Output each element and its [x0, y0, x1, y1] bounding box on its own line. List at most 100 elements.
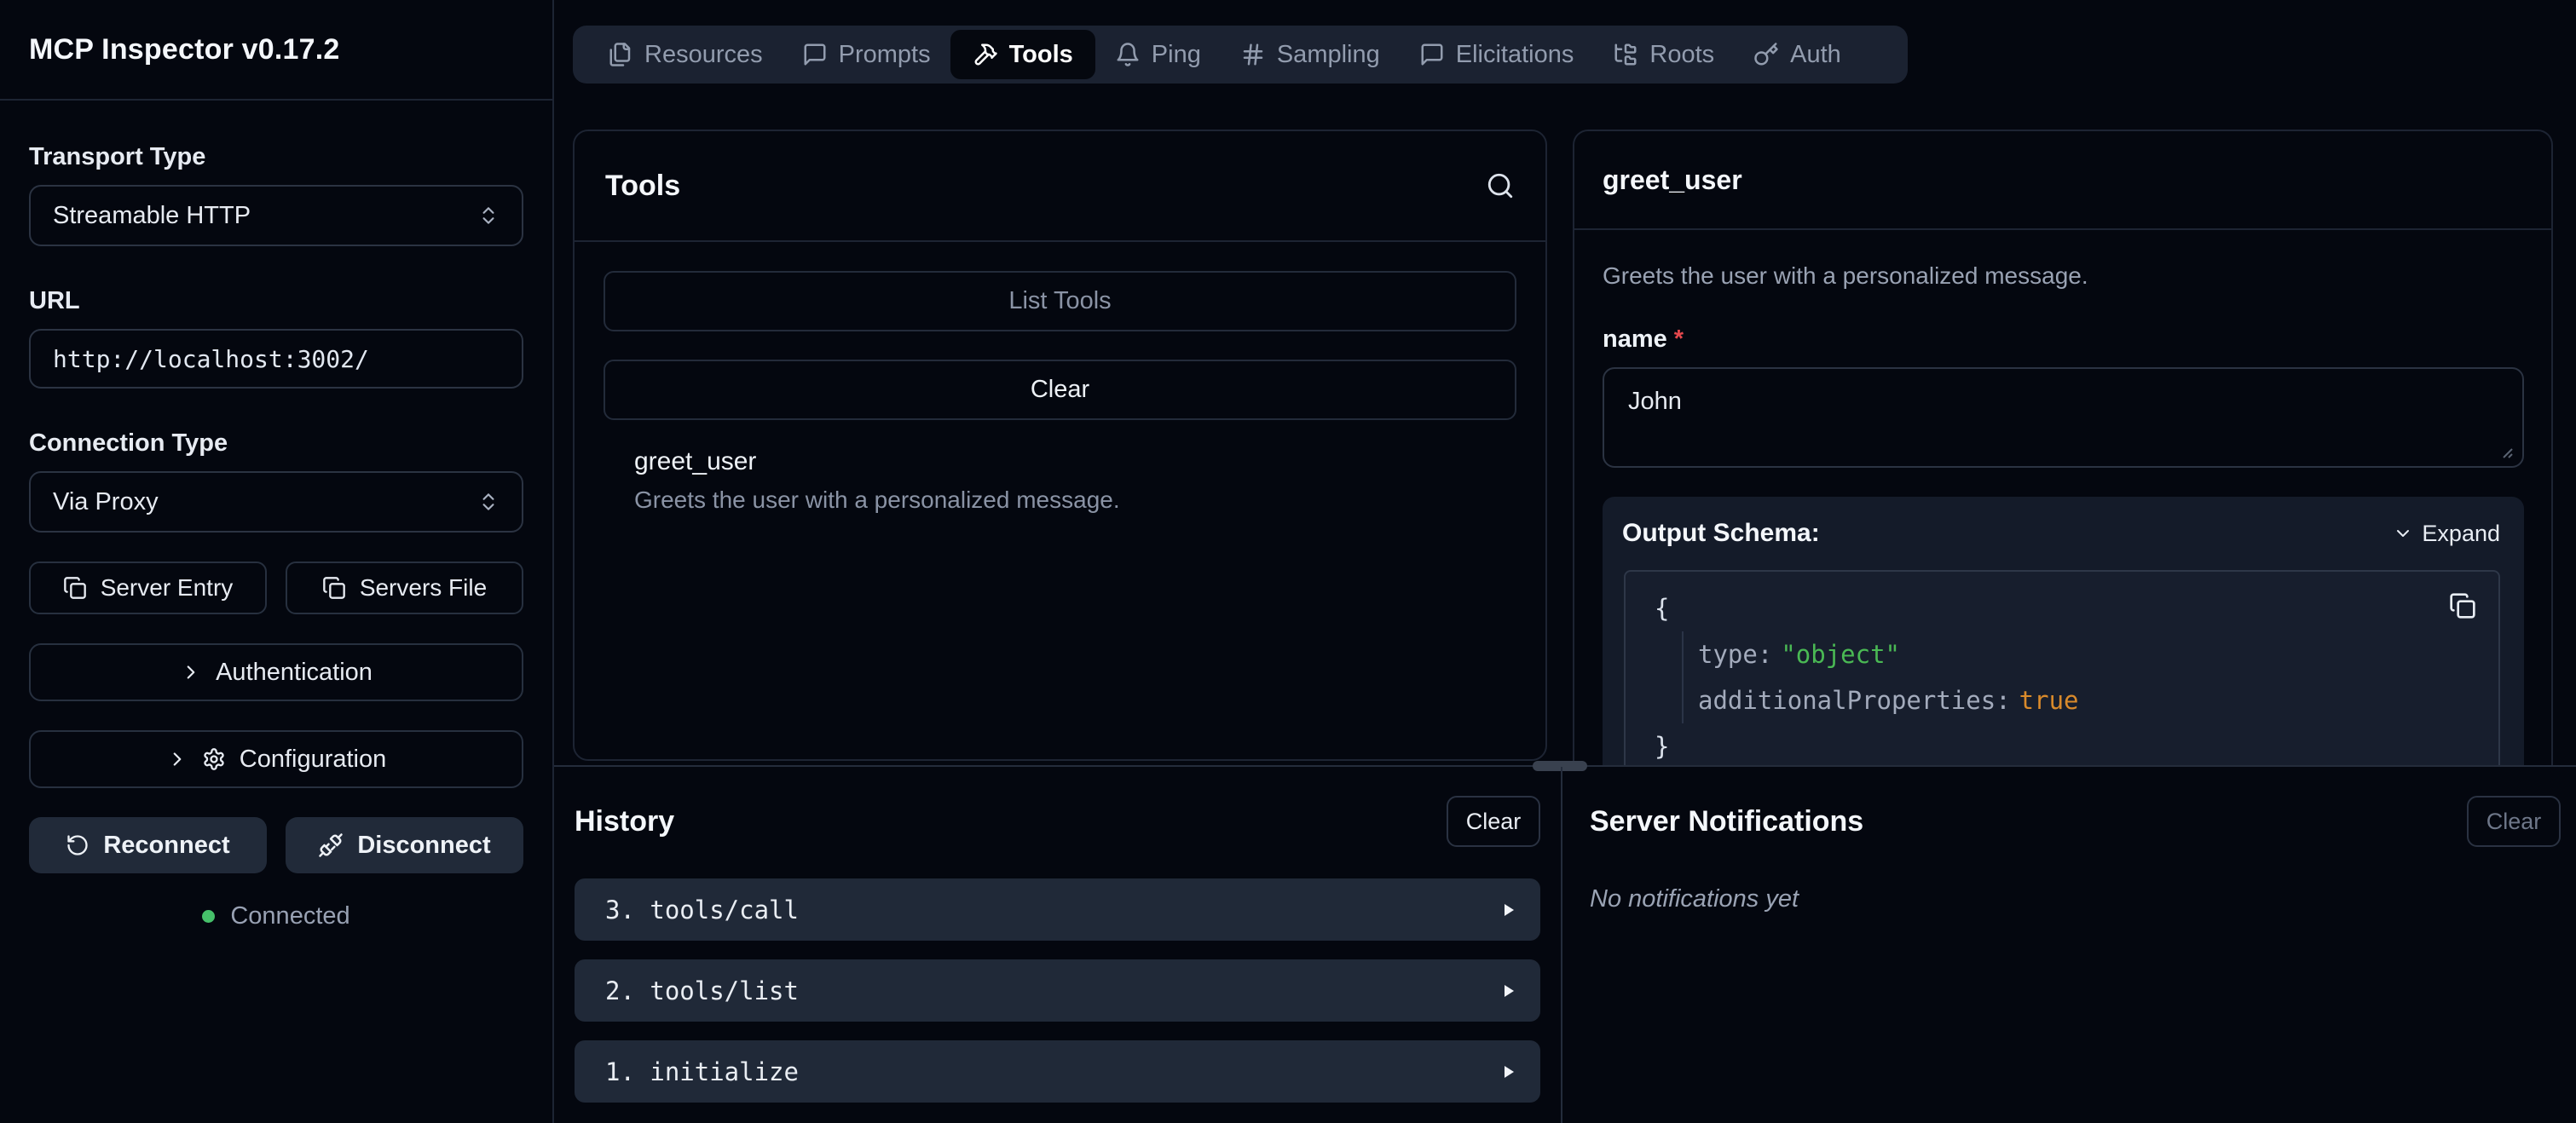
code-indent-block: type:"object" additionalProperties:true [1682, 631, 2498, 723]
history-header: History Clear [575, 795, 1540, 848]
connection-type-label: Connection Type [29, 429, 523, 458]
code-line: additionalProperties:true [1698, 677, 2498, 723]
connection-status: Connected [29, 902, 523, 930]
url-group: URL [29, 287, 523, 389]
tab-auth[interactable]: Auth [1734, 26, 1861, 84]
sidebar-body: Transport Type Streamable HTTP URL Conne… [0, 101, 552, 930]
bell-icon [1115, 42, 1141, 67]
copy-icon [322, 576, 346, 600]
history-item-label: 2. tools/list [605, 976, 1498, 1005]
sidebar-header: MCP Inspector v0.17.2 [0, 0, 552, 101]
tab-label: Roots [1649, 41, 1714, 69]
tab-tools[interactable]: Tools [950, 30, 1095, 79]
name-textarea[interactable]: John [1603, 367, 2524, 468]
output-schema-label: Output Schema: [1622, 519, 1820, 548]
tab-label: Auth [1790, 41, 1841, 69]
authentication-label: Authentication [216, 659, 373, 687]
hammer-icon [973, 42, 998, 67]
server-notifications-header: Server Notifications Clear [1590, 795, 2561, 848]
connection-type-select[interactable]: Via Proxy [29, 471, 523, 533]
tab-label: Ping [1152, 41, 1201, 69]
tab-ping[interactable]: Ping [1095, 26, 1221, 84]
history-title: History [575, 805, 674, 838]
history-item-tools-list[interactable]: 2. tools/list [575, 959, 1540, 1022]
reconnect-label: Reconnect [103, 832, 229, 860]
history-item-label: 3. tools/call [605, 896, 1498, 924]
tools-panel: Tools List Tools Clear greet_user Greets… [573, 130, 1547, 761]
server-notifications-title: Server Notifications [1590, 805, 1863, 838]
tools-panel-body: List Tools Clear greet_user Greets the u… [575, 242, 1545, 514]
tool-detail-panel: greet_user Greets the user with a person… [1573, 130, 2553, 766]
tool-detail-body: Greets the user with a personalized mess… [1574, 230, 2551, 766]
rotate-ccw-icon [66, 833, 90, 857]
code-line: { [1655, 585, 2498, 631]
tab-sampling[interactable]: Sampling [1221, 26, 1400, 84]
list-tools-button[interactable]: List Tools [604, 271, 1516, 331]
tab-label: Tools [1009, 41, 1073, 69]
schema-code-block: { type:"object" additionalProperties:tru… [1624, 570, 2500, 766]
code-line: type:"object" [1698, 631, 2498, 677]
message-square-icon [1419, 42, 1445, 67]
server-entry-button[interactable]: Server Entry [29, 562, 267, 614]
transport-type-select[interactable]: Streamable HTTP [29, 185, 523, 246]
history-item-initialize[interactable]: 1. initialize [575, 1040, 1540, 1103]
history-panel: History Clear 3. tools/call 2. tools/lis… [554, 767, 1562, 1123]
server-notifications-panel: Server Notifications Clear No notificati… [1564, 767, 2576, 1123]
clear-notifications-button[interactable]: Clear [2467, 796, 2561, 847]
disconnect-label: Disconnect [357, 832, 490, 860]
name-field-label: name [1603, 325, 1667, 353]
resize-grip-icon[interactable] [2498, 444, 2514, 459]
main-tabbar: Resources Prompts Tools Ping Sampling El… [573, 26, 1908, 84]
server-buttons-row: Server Entry Servers File [29, 562, 523, 614]
history-list: 3. tools/call 2. tools/list 1. initializ… [575, 878, 1540, 1103]
expand-schema-button[interactable]: Expand [2393, 521, 2500, 547]
configuration-toggle[interactable]: Configuration [29, 730, 523, 788]
servers-file-label: Servers File [360, 574, 487, 602]
name-field-value: John [1628, 388, 1682, 415]
connected-dot-icon [202, 910, 215, 923]
required-marker: * [1674, 325, 1684, 353]
search-icon[interactable] [1486, 171, 1515, 200]
play-icon [1498, 981, 1518, 1001]
tool-list-item-greet-user[interactable]: greet_user Greets the user with a person… [604, 447, 1516, 514]
disconnect-button[interactable]: Disconnect [286, 817, 523, 873]
chevron-right-icon [180, 661, 202, 683]
tab-elicitations[interactable]: Elicitations [1400, 26, 1594, 84]
server-entry-label: Server Entry [101, 574, 234, 602]
copy-icon [63, 576, 87, 600]
tool-description: Greets the user with a personalized mess… [634, 487, 1516, 514]
url-input[interactable] [29, 329, 523, 389]
tab-label: Sampling [1277, 41, 1380, 69]
transport-type-group: Transport Type Streamable HTTP [29, 143, 523, 246]
tools-panel-header: Tools [575, 131, 1545, 242]
servers-file-button[interactable]: Servers File [286, 562, 523, 614]
folder-tree-icon [1613, 42, 1638, 67]
play-icon [1498, 900, 1518, 920]
connection-buttons-row: Reconnect Disconnect [29, 817, 523, 873]
notifications-empty-message: No notifications yet [1590, 885, 2561, 913]
mcp-inspector-app: MCP Inspector v0.17.2 Transport Type Str… [0, 0, 2576, 1123]
gear-icon [202, 747, 226, 771]
clear-tools-button[interactable]: Clear [604, 360, 1516, 420]
tab-label: Elicitations [1456, 41, 1574, 69]
history-item-tools-call[interactable]: 3. tools/call [575, 878, 1540, 941]
transport-type-label: Transport Type [29, 143, 523, 171]
reconnect-button[interactable]: Reconnect [29, 817, 267, 873]
url-label: URL [29, 287, 523, 315]
connection-status-label: Connected [230, 902, 349, 930]
tool-detail-title: greet_user [1603, 164, 1742, 196]
copy-code-icon[interactable] [2449, 592, 2476, 619]
tool-detail-description: Greets the user with a personalized mess… [1603, 262, 2524, 290]
authentication-toggle[interactable]: Authentication [29, 643, 523, 701]
tab-resources[interactable]: Resources [588, 26, 783, 84]
app-title: MCP Inspector v0.17.2 [29, 33, 340, 66]
hash-icon [1240, 42, 1266, 67]
output-schema-section: Output Schema: Expand { type:"object" [1603, 497, 2524, 766]
code-line: } [1655, 723, 2498, 766]
tab-roots[interactable]: Roots [1593, 26, 1734, 84]
tab-prompts[interactable]: Prompts [783, 26, 950, 84]
chevron-right-icon [166, 748, 188, 770]
chevrons-up-down-icon [477, 491, 500, 513]
clear-history-button[interactable]: Clear [1447, 796, 1540, 847]
tab-label: Resources [644, 41, 763, 69]
